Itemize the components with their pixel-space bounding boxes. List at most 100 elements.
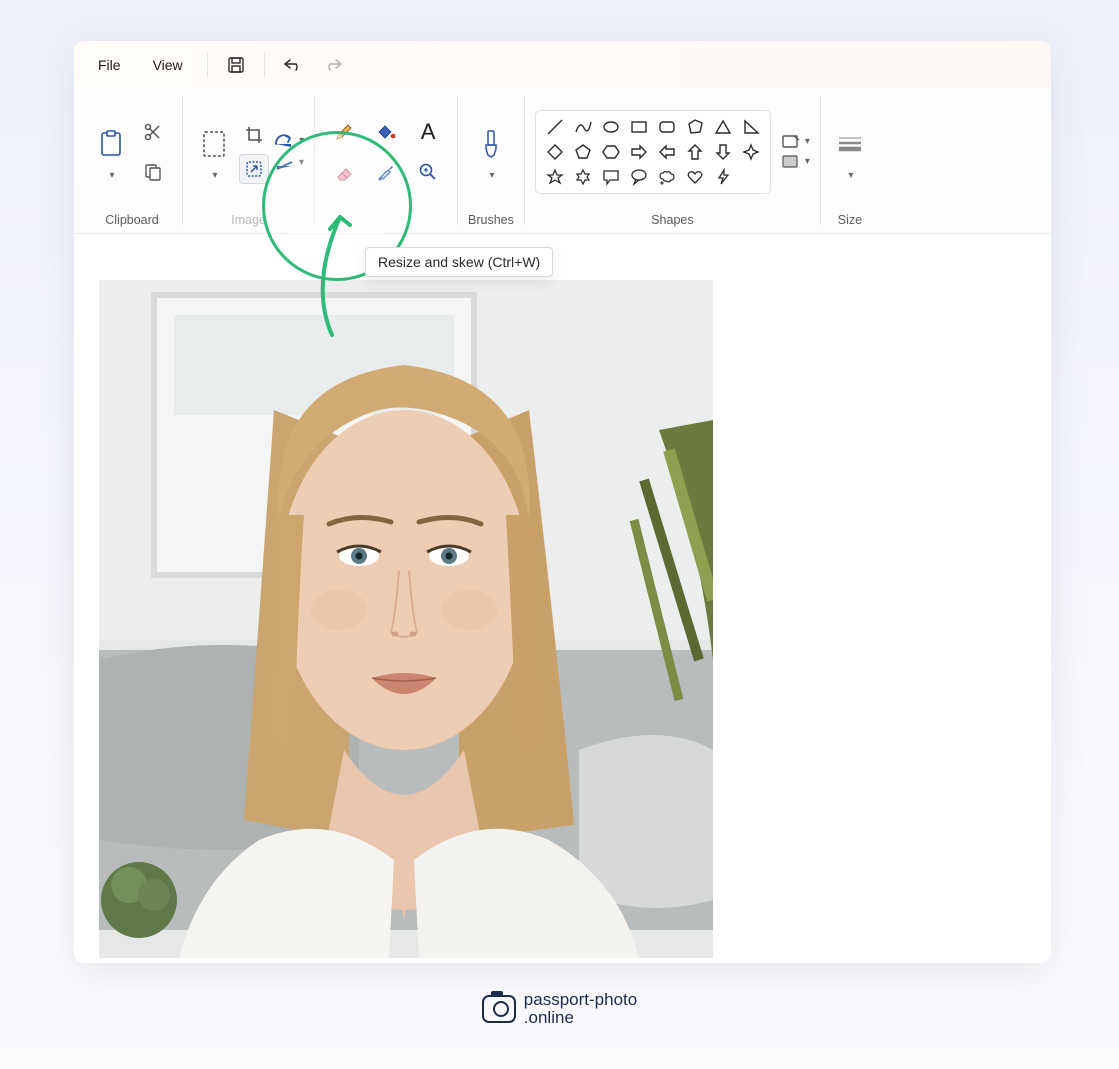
size-dropdown[interactable]: ▾ [846, 170, 853, 181]
brush-dropdown[interactable]: ▾ [487, 170, 494, 181]
group-label-image: Image [231, 207, 266, 229]
resize-icon [244, 159, 264, 179]
group-size: ▾ Size [821, 88, 879, 233]
color-picker-tool[interactable] [367, 154, 405, 190]
chevron-down-icon: ▾ [109, 170, 114, 181]
shape-triangle[interactable] [712, 116, 734, 138]
shape-pentagon[interactable] [572, 141, 594, 163]
shape-line[interactable] [544, 116, 566, 138]
eraser-icon [334, 163, 354, 181]
shape-right-triangle[interactable] [740, 116, 762, 138]
group-shapes: ▾ ▾ Shapes [525, 88, 820, 233]
canvas-area[interactable] [74, 234, 1051, 963]
select-dropdown[interactable]: ▾ [210, 170, 217, 181]
watermark-line1: passport-photo [524, 991, 637, 1009]
pencil-tool[interactable] [325, 114, 363, 150]
shape-five-point-star[interactable] [544, 166, 566, 188]
shape-empty [740, 166, 762, 188]
separator [207, 53, 208, 77]
shape-four-point-star[interactable] [740, 141, 762, 163]
text-icon: A [421, 119, 436, 145]
rotate-left-button[interactable]: ▾ [273, 154, 304, 172]
menubar: File View [74, 41, 1051, 88]
shape-arrow-left[interactable] [656, 141, 678, 163]
group-label-shapes: Shapes [651, 207, 693, 229]
scissors-icon [143, 122, 163, 142]
shape-speech-oval[interactable] [628, 166, 650, 188]
chevron-down-icon: ▾ [212, 170, 217, 181]
shape-arrow-down[interactable] [712, 141, 734, 163]
pencil-icon [334, 122, 354, 142]
chevron-down-icon: ▾ [489, 170, 494, 181]
size-button[interactable] [831, 122, 869, 166]
rotate-left-icon [273, 154, 295, 172]
paste-icon [99, 130, 123, 158]
shape-polygon[interactable] [684, 116, 706, 138]
ribbon: ▾ Clipboard [74, 88, 1051, 234]
magnifier-icon [418, 162, 438, 182]
chevron-down-icon: ▾ [299, 157, 304, 168]
resize-button[interactable] [239, 154, 269, 184]
text-tool[interactable]: A [409, 114, 447, 150]
eraser-tool[interactable] [325, 154, 363, 190]
copy-button[interactable] [134, 154, 172, 190]
magnifier-tool[interactable] [409, 154, 447, 190]
shape-arrow-right[interactable] [628, 141, 650, 163]
photo-portrait [99, 280, 713, 958]
separator [264, 53, 265, 77]
shape-six-point-star[interactable] [572, 166, 594, 188]
watermark-line2: .online [524, 1009, 637, 1027]
group-brushes: ▾ Brushes [458, 88, 524, 233]
save-icon [227, 56, 245, 74]
shape-rounded-rect[interactable] [656, 116, 678, 138]
copy-icon [143, 162, 163, 182]
resize-tooltip: Resize and skew (Ctrl+W) [365, 247, 553, 277]
group-clipboard: ▾ Clipboard [82, 88, 182, 233]
shape-speech-rect[interactable] [600, 166, 622, 188]
undo-icon [283, 57, 303, 73]
group-label-size: Size [838, 207, 862, 229]
chevron-down-icon: ▾ [805, 156, 810, 167]
canvas-photo[interactable] [99, 280, 713, 958]
shape-lightning[interactable] [712, 166, 734, 188]
cut-button[interactable] [134, 114, 172, 150]
shape-outline-icon [781, 134, 801, 150]
undo-button[interactable] [275, 49, 311, 81]
camera-icon [482, 995, 516, 1023]
crop-button[interactable] [239, 120, 269, 150]
paste-dropdown[interactable]: ▾ [107, 170, 114, 181]
shape-curve[interactable] [572, 116, 594, 138]
shape-arrow-up[interactable] [684, 141, 706, 163]
rotate-right-button[interactable]: ▾ [273, 132, 304, 150]
chevron-down-icon: ▾ [299, 135, 304, 146]
app-window: File View ▾ [74, 41, 1051, 963]
group-image: ▾ ▾ ▾ [183, 88, 314, 233]
chevron-down-icon: ▾ [805, 136, 810, 147]
shape-fill-icon [781, 154, 801, 170]
brush-button[interactable] [472, 122, 510, 166]
chevron-down-icon: ▾ [848, 170, 853, 181]
watermark: passport-photo .online [0, 991, 1119, 1027]
group-tools: A Tools [315, 88, 457, 233]
group-label-clipboard: Clipboard [105, 207, 159, 229]
rotate-right-icon [273, 132, 295, 150]
shape-outline-button[interactable]: ▾ [781, 134, 810, 150]
menu-view[interactable]: View [139, 51, 197, 79]
shape-rect[interactable] [628, 116, 650, 138]
select-button[interactable] [193, 122, 235, 166]
shape-oval[interactable] [600, 116, 622, 138]
shape-heart[interactable] [684, 166, 706, 188]
shape-diamond[interactable] [544, 141, 566, 163]
save-button[interactable] [218, 49, 254, 81]
crop-icon [244, 125, 264, 145]
paste-button[interactable] [92, 122, 130, 166]
fill-tool[interactable] [367, 114, 405, 150]
redo-icon [323, 57, 343, 73]
menu-file[interactable]: File [84, 51, 135, 79]
shape-fill-button[interactable]: ▾ [781, 154, 810, 170]
shape-thought-bubble[interactable] [656, 166, 678, 188]
redo-button[interactable] [315, 49, 351, 81]
brush-icon [480, 129, 502, 159]
shapes-palette [535, 110, 771, 194]
shape-hexagon[interactable] [600, 141, 622, 163]
